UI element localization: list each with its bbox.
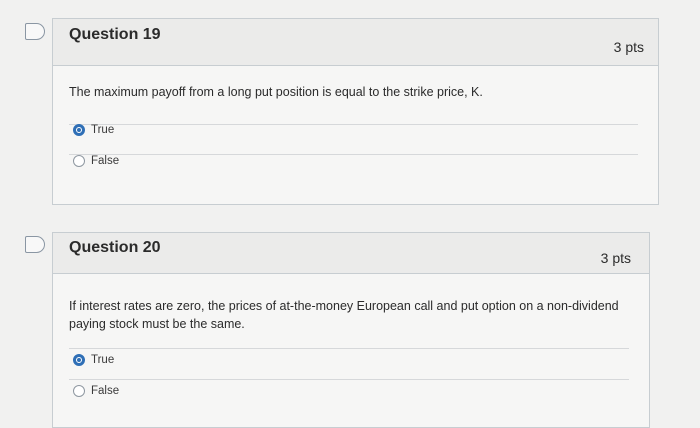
flag-question-icon[interactable] <box>25 23 45 40</box>
answer-true[interactable]: True <box>73 124 114 136</box>
flag-question-icon[interactable] <box>25 236 45 253</box>
answer-label: False <box>91 155 120 167</box>
question-header: Question 19 3 pts <box>53 19 658 66</box>
question-card-19: Question 19 3 pts The maximum payoff fro… <box>52 18 659 205</box>
question-title: Question 20 <box>69 239 161 256</box>
question-points: 3 pts <box>613 39 644 55</box>
question-title: Question 19 <box>69 26 161 43</box>
answer-label: True <box>91 124 115 136</box>
answer-divider <box>69 124 638 125</box>
answer-divider <box>69 379 629 380</box>
radio-selected-icon[interactable] <box>73 124 85 136</box>
question-text: If interest rates are zero, the prices o… <box>69 299 619 331</box>
answer-divider <box>69 348 629 349</box>
question-text: The maximum payoff from a long put posit… <box>69 85 483 99</box>
answer-label: True <box>91 354 115 366</box>
answer-true[interactable]: True <box>73 354 114 366</box>
answer-divider <box>69 154 638 155</box>
answer-false[interactable]: False <box>73 155 119 167</box>
question-header: Question 20 3 pts <box>53 233 649 274</box>
radio-empty-icon[interactable] <box>73 385 85 397</box>
question-card-20: Question 20 3 pts If interest rates are … <box>52 232 650 428</box>
answer-label: False <box>91 385 120 397</box>
question-points: 3 pts <box>600 250 631 266</box>
radio-selected-icon[interactable] <box>73 354 85 366</box>
answer-false[interactable]: False <box>73 385 119 397</box>
radio-empty-icon[interactable] <box>73 155 85 167</box>
